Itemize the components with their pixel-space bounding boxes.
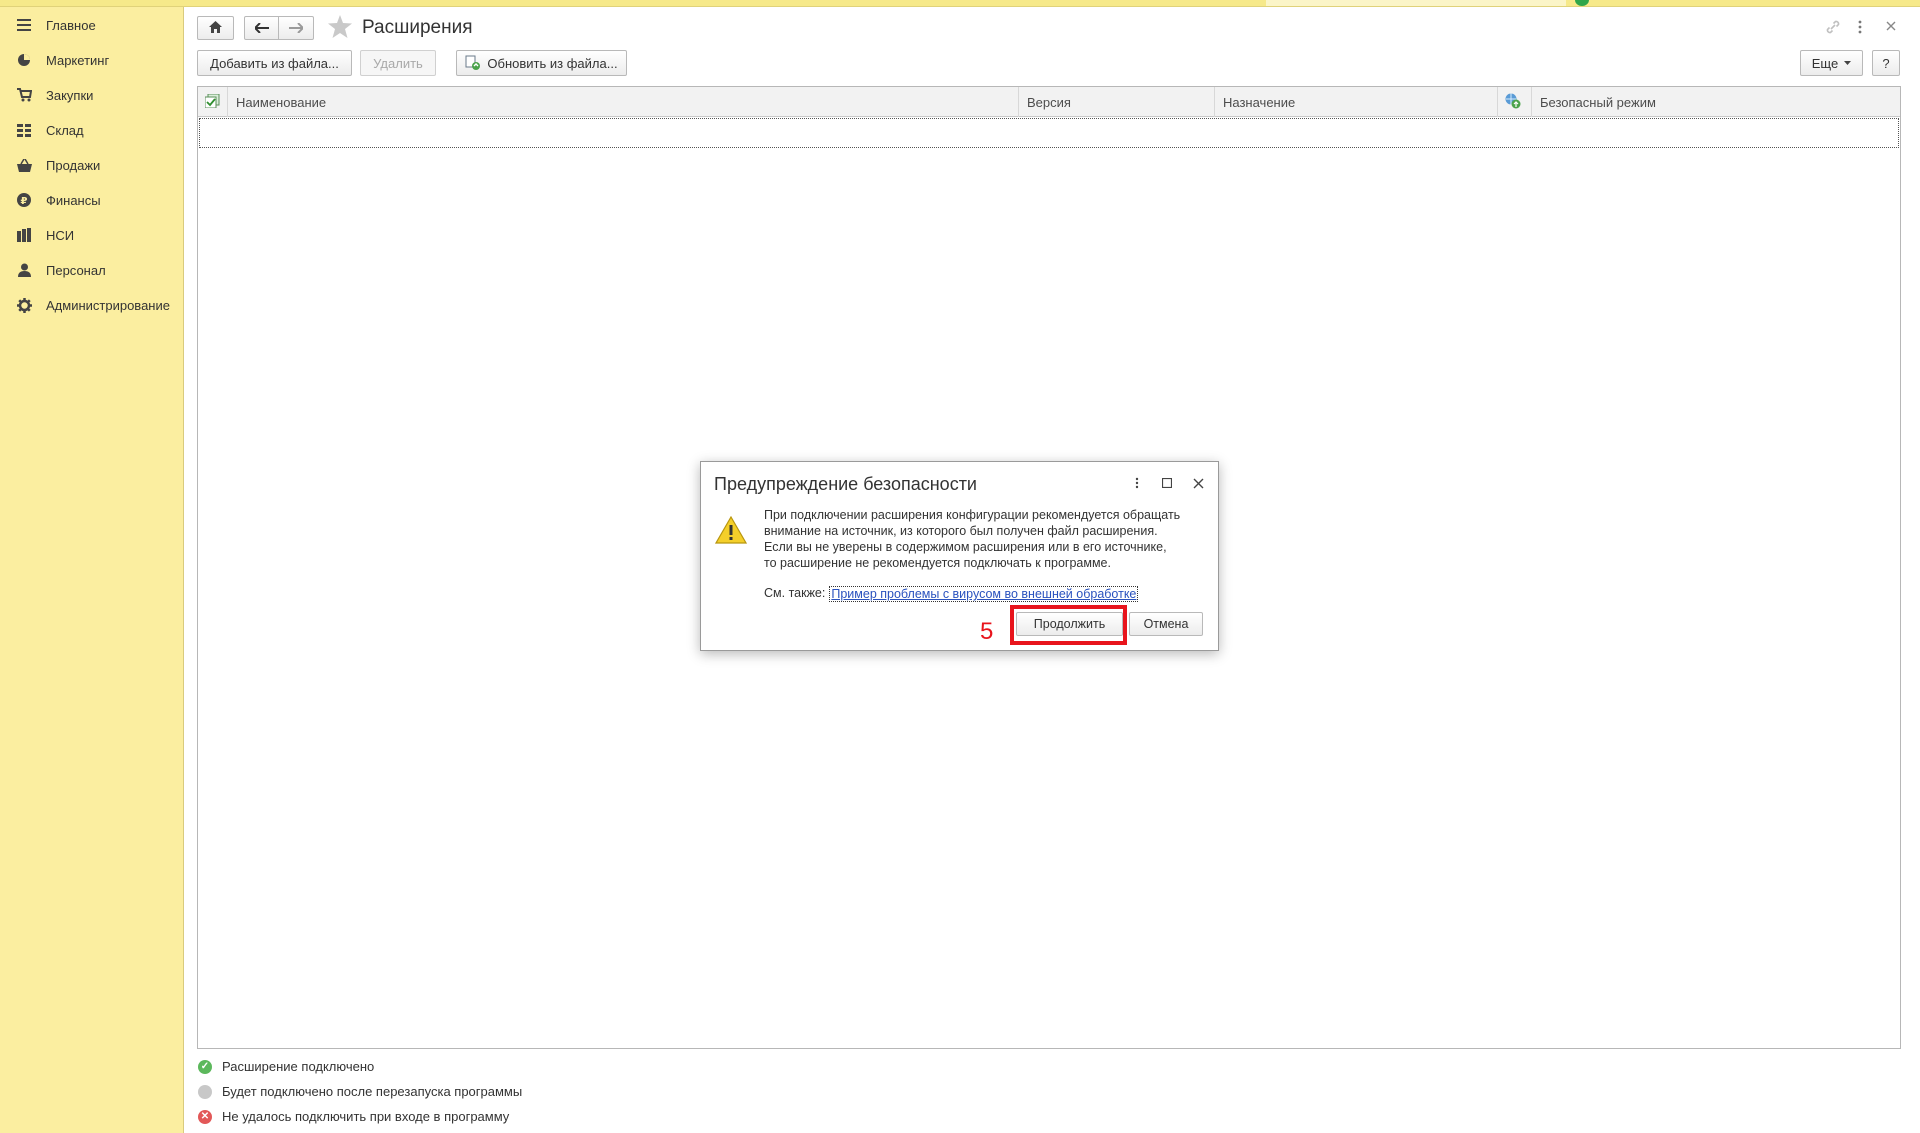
forward-button[interactable] [278,16,314,40]
legend-label: Не удалось подключить при входе в програ… [222,1109,510,1124]
see-also: См. также: Пример проблемы с вирусом во … [764,586,1139,602]
sidebar: Главное Маркетинг Закупки Склад Продажи … [0,7,184,1133]
gear-icon [15,296,33,314]
add-from-file-label: Добавить из файла... [210,55,339,71]
sidebar-item-label: Администрирование [46,297,170,313]
sidebar-item-label: Финансы [46,192,101,208]
column-safe-mode-icon-header[interactable] [1498,87,1532,117]
page-title: Расширения [362,17,473,38]
dialog-more-vert-icon[interactable] [1126,472,1148,494]
sidebar-item-label: Главное [46,17,96,33]
delete-label: Удалить [373,55,423,71]
basket-icon [15,156,33,174]
annotation-highlight-box [1010,605,1127,645]
legend-label: Будет подключено после перезапуска прогр… [222,1084,523,1099]
legend-item-after-restart: Будет подключено после перезапуска прогр… [198,1084,522,1099]
sidebar-item-label: Персонал [46,262,106,278]
link-icon[interactable] [1825,19,1841,38]
table-header: Наименование Версия Назначение Безопасны… [198,87,1900,117]
legend-item-failed: ✕ Не удалось подключить при входе в прог… [198,1109,509,1124]
sidebar-item-label: Склад [46,122,84,138]
cancel-label: Отмена [1143,617,1189,631]
sidebar-item-warehouse[interactable]: Склад [0,115,183,145]
sidebar-item-admin[interactable]: Администрирование [0,290,183,320]
chevron-down-icon [1844,61,1852,65]
sidebar-item-main[interactable]: Главное [0,10,183,40]
menu-icon [15,16,33,34]
ruble-icon: ₽ [15,191,33,209]
arrow-right-icon [289,21,305,36]
cancel-button[interactable]: Отмена [1129,612,1203,636]
books-icon [15,226,33,244]
more-label: Еще [1811,55,1839,71]
column-header-label: Наименование [236,94,327,110]
sidebar-item-purchases[interactable]: Закупки [0,80,183,110]
legend-label: Расширение подключено [222,1059,375,1074]
gray-circle-icon [198,1084,212,1099]
column-header-purpose[interactable]: Назначение [1215,87,1498,117]
warning-triangle-icon [714,515,748,544]
dialog-message-line: то расширение не рекомендуется подключат… [764,556,1111,570]
column-header-label: Безопасный режим [1540,94,1656,110]
favorite-star-icon[interactable] [328,15,352,41]
more-button[interactable]: Еще [1800,50,1863,76]
pie-chart-icon [15,51,33,69]
sidebar-item-label: Продажи [46,157,101,173]
help-label: ? [1882,55,1890,71]
svg-text:₽: ₽ [21,196,28,207]
cart-icon [15,86,33,104]
person-icon [15,261,33,279]
column-header-label: Версия [1027,94,1071,110]
see-also-label: См. также: [764,586,826,600]
column-header-name[interactable]: Наименование [228,87,1019,117]
column-active-icon-header[interactable] [198,87,228,117]
see-also-link[interactable]: Пример проблемы с вирусом во внешней обр… [829,586,1139,602]
dialog-message-line: Если вы не уверены в содержимом расширен… [764,540,1167,554]
dialog-title: Предупреждение безопасности [714,474,977,494]
home-button[interactable] [197,16,234,40]
dialog-message: При подключении расширения конфигурации … [764,507,1209,571]
update-from-file-label: Обновить из файла... [487,55,618,71]
security-warning-dialog: Предупреждение безопасности При подключе… [700,461,1219,651]
sidebar-item-label: Закупки [46,87,94,103]
back-button[interactable] [244,16,279,40]
sidebar-item-label: Маркетинг [46,52,110,68]
arrow-left-icon [253,21,269,36]
add-from-file-button[interactable]: Добавить из файла... [197,50,352,76]
sidebar-item-staff[interactable]: Персонал [0,255,183,285]
top-strip-field [1266,0,1566,6]
update-file-icon [465,55,481,71]
help-button[interactable]: ? [1872,50,1900,76]
legend-item-connected: ✓ Расширение подключено [198,1059,374,1074]
dialog-message-line: внимание на источник, из которого был по… [764,524,1158,538]
annotation-step-number: 5 [980,618,994,645]
checkbox-check-icon [204,93,220,111]
sidebar-item-nsi[interactable]: НСИ [0,220,183,250]
status-indicator-icon [1575,0,1589,6]
column-header-label: Назначение [1223,94,1296,110]
check-circle-icon: ✓ [198,1059,212,1074]
update-from-file-button[interactable]: Обновить из файла... [456,50,627,76]
maximize-icon[interactable] [1156,472,1178,494]
sidebar-item-marketing[interactable]: Маркетинг [0,45,183,75]
home-icon [209,20,222,36]
more-vert-icon[interactable] [1857,19,1863,38]
sidebar-item-label: НСИ [46,227,75,243]
shield-globe-icon [1505,93,1521,112]
sidebar-item-sales[interactable]: Продажи [0,150,183,180]
table-row-empty-selected[interactable] [199,118,1899,148]
error-circle-icon: ✕ [198,1109,212,1124]
delete-button[interactable]: Удалить [360,50,436,76]
close-icon[interactable] [1885,20,1897,35]
dialog-message-line: При подключении расширения конфигурации … [764,508,1181,522]
column-header-version[interactable]: Версия [1019,87,1215,117]
dialog-close-icon[interactable] [1187,472,1209,494]
column-header-safe-mode[interactable]: Безопасный режим [1532,87,1900,117]
top-strip [0,0,1920,7]
sidebar-item-finance[interactable]: ₽ Финансы [0,185,183,215]
warehouse-grid-icon [15,121,33,139]
